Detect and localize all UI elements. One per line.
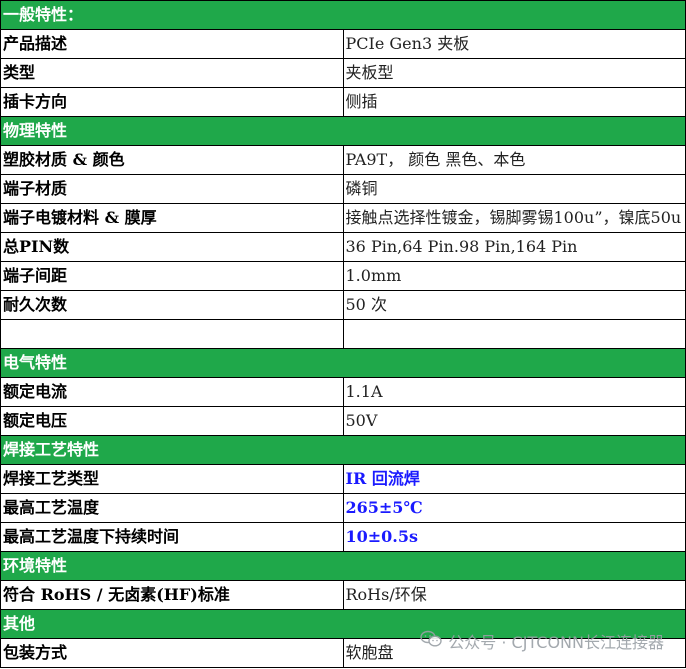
spec-value: 1.0mm xyxy=(342,261,686,291)
spec-value: IR 回流焊 xyxy=(342,464,686,494)
section-title: 焊接工艺特性 xyxy=(0,435,686,465)
spec-key: 类型 xyxy=(0,58,344,88)
spec-row: 端子间距 1.0mm xyxy=(0,261,686,291)
spec-value: 侧插 xyxy=(342,87,686,117)
spec-key: 插卡方向 xyxy=(0,87,344,117)
spec-row: 插卡方向 侧插 xyxy=(0,87,686,117)
spec-value: 接触点选择性镀金，锡脚雾锡100u”，镍底50u xyxy=(342,203,686,233)
section-header: 环境特性 xyxy=(0,551,686,581)
section-title: 电气特性 xyxy=(0,348,686,378)
section-header: 其他 xyxy=(0,609,686,639)
spec-row: 额定电压 50V xyxy=(0,406,686,436)
section-title: 物理特性 xyxy=(0,116,686,146)
spec-value: RoHs/环保 xyxy=(342,580,686,610)
spec-value: PA9T， 颜色 黑色、本色 xyxy=(342,145,686,175)
spec-value: PCIe Gen3 夹板 xyxy=(342,29,686,59)
spec-key: 塑胶材质 & 颜色 xyxy=(0,145,344,175)
spec-row: 最高工艺温度 265±5℃ xyxy=(0,493,686,523)
spec-row: 包装方式 软胞盘 xyxy=(0,638,686,668)
spec-key: 焊接工艺类型 xyxy=(0,464,344,494)
spec-key: 额定电流 xyxy=(0,377,344,407)
spec-key xyxy=(0,319,344,349)
section-header: 焊接工艺特性 xyxy=(0,435,686,465)
spec-key: 符合 RoHS / 无卤素(HF)标准 xyxy=(0,580,344,610)
spec-value: 夹板型 xyxy=(342,58,686,88)
section-title: 其他 xyxy=(0,609,686,639)
spec-key: 耐久次数 xyxy=(0,290,344,320)
spec-value: 36 Pin,64 Pin.98 Pin,164 Pin xyxy=(342,232,686,262)
spec-row: 额定电流 1.1A xyxy=(0,377,686,407)
spec-key: 最高工艺温度 xyxy=(0,493,344,523)
spec-value: 软胞盘 xyxy=(342,638,686,668)
spec-key: 最高工艺温度下持续时间 xyxy=(0,522,344,552)
section-header: 物理特性 xyxy=(0,116,686,146)
spec-key: 端子间距 xyxy=(0,261,344,291)
spec-value: 265±5℃ xyxy=(342,493,686,523)
spec-value: 磷铜 xyxy=(342,174,686,204)
spec-row: 类型 夹板型 xyxy=(0,58,686,88)
spec-value: 50 次 xyxy=(342,290,686,320)
spec-row: 符合 RoHS / 无卤素(HF)标准 RoHs/环保 xyxy=(0,580,686,610)
section-title: 环境特性 xyxy=(0,551,686,581)
spec-key: 端子电镀材料 & 膜厚 xyxy=(0,203,344,233)
spec-row-empty xyxy=(0,319,686,349)
spec-value: 50V xyxy=(342,406,686,436)
spec-key: 总PIN数 xyxy=(0,232,344,262)
spec-key: 端子材质 xyxy=(0,174,344,204)
spec-row: 焊接工艺类型 IR 回流焊 xyxy=(0,464,686,494)
spec-table: 一般特性： 产品描述 PCIe Gen3 夹板 类型 夹板型 插卡方向 侧插 物理特性… xyxy=(0,0,686,668)
section-header: 一般特性： xyxy=(0,0,686,30)
spec-key: 包装方式 xyxy=(0,638,344,668)
spec-row: 总PIN数 36 Pin,64 Pin.98 Pin,164 Pin xyxy=(0,232,686,262)
spec-row: 塑胶材质 & 颜色 PA9T， 颜色 黑色、本色 xyxy=(0,145,686,175)
section-header: 电气特性 xyxy=(0,348,686,378)
spec-row: 端子电镀材料 & 膜厚 接触点选择性镀金，锡脚雾锡100u”，镍底50u xyxy=(0,203,686,233)
spec-value xyxy=(342,319,686,349)
spec-value: 10±0.5s xyxy=(342,522,686,552)
spec-value: 1.1A xyxy=(342,377,686,407)
spec-row: 端子材质 磷铜 xyxy=(0,174,686,204)
spec-row: 耐久次数 50 次 xyxy=(0,290,686,320)
section-title: 一般特性： xyxy=(0,0,686,30)
spec-row: 产品描述 PCIe Gen3 夹板 xyxy=(0,29,686,59)
spec-key: 额定电压 xyxy=(0,406,344,436)
spec-key: 产品描述 xyxy=(0,29,344,59)
spec-row: 最高工艺温度下持续时间 10±0.5s xyxy=(0,522,686,552)
